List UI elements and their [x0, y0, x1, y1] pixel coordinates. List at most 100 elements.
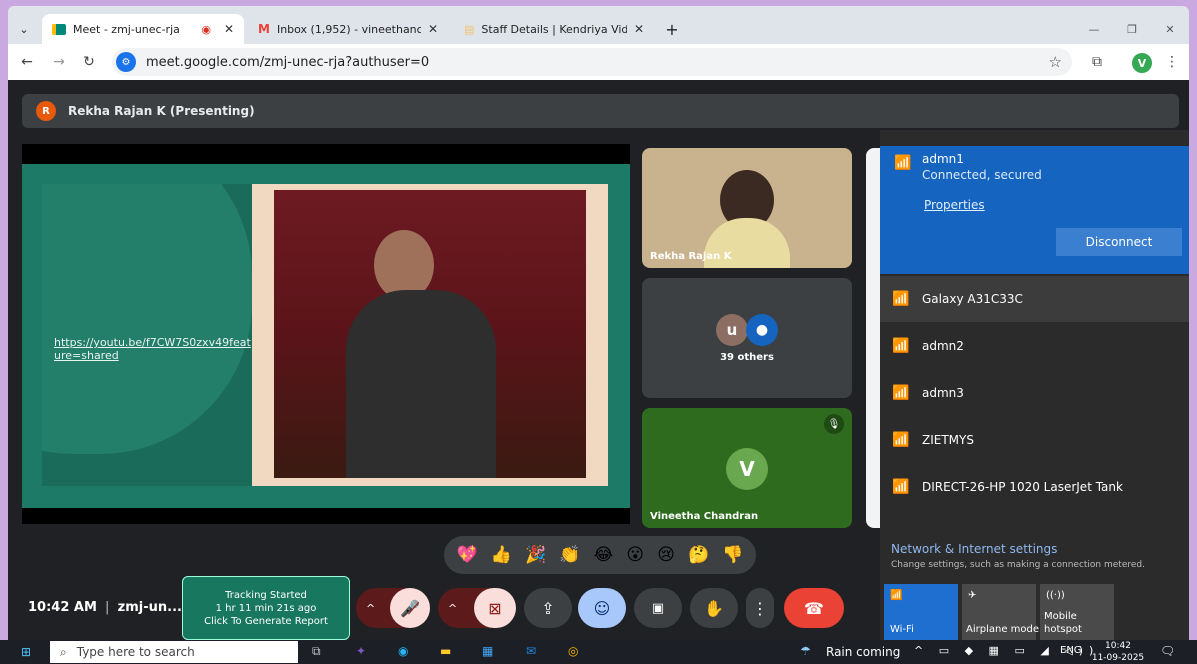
copilot-icon[interactable]: ✦	[356, 644, 366, 658]
mobile-hotspot-tile[interactable]: ((·)) Mobile hotspot	[1040, 584, 1114, 640]
reaction-thumbs-up[interactable]: 👍	[491, 545, 512, 565]
network-name: ZIETMYS	[922, 433, 974, 447]
reaction-thumbs-down[interactable]: 👎	[722, 545, 743, 565]
close-icon[interactable]: ✕	[428, 22, 438, 36]
wifi-icon: 📶	[892, 291, 910, 307]
network-item[interactable]: 📶 Galaxy A31C33C	[880, 276, 1189, 322]
network-item[interactable]: 📶 admn2	[880, 323, 1189, 369]
clock[interactable]: 10:42 11-09-2025	[1090, 640, 1146, 664]
participant-tile-others[interactable]: u ● 39 others	[642, 278, 852, 398]
notification-icon[interactable]: 🗨	[1160, 644, 1175, 658]
file-explorer-icon[interactable]: ▬	[440, 644, 451, 658]
back-icon[interactable]: ←	[18, 53, 36, 71]
weather-text[interactable]: Rain coming	[826, 645, 900, 659]
store-icon[interactable]: ▦	[482, 644, 493, 658]
participant-tile-self[interactable]: V 🎙 Vineetha Chandran	[642, 408, 852, 528]
edge-icon[interactable]: ◉	[398, 644, 408, 658]
slide-link[interactable]: https://youtu.be/f7CW7S0zxv49feature=sha…	[54, 336, 254, 362]
tab-staff-details[interactable]: ▤ Staff Details | Kendriya Vidyalay ✕	[454, 14, 654, 44]
reload-icon[interactable]: ↻	[80, 53, 98, 71]
slide-background: https://youtu.be/f7CW7S0zxv49feature=sha…	[22, 164, 630, 508]
tile-label: Airplane mode	[966, 624, 1040, 635]
network-item[interactable]: 📶 ZIETMYS	[880, 417, 1189, 463]
mic-toggle-button[interactable]: 🎤̸	[390, 588, 430, 628]
disconnect-button[interactable]: Disconnect	[1056, 228, 1182, 256]
wifi-secured-icon: 📶	[892, 338, 910, 354]
side-panel-edge	[866, 148, 880, 528]
minimize-button[interactable]: —	[1082, 14, 1106, 44]
wifi-secured-icon: 📶	[892, 385, 910, 401]
outlook-icon[interactable]: ✉	[526, 644, 536, 658]
connected-network[interactable]: 📶 admn1 Connected, secured Properties Di…	[880, 146, 1189, 274]
reaction-thinking[interactable]: 🤔	[688, 545, 709, 565]
network-settings-link[interactable]: Network & Internet settings	[891, 542, 1057, 556]
network-item[interactable]: 📶 DIRECT-26-HP 1020 LaserJet Tank	[880, 464, 1189, 510]
forward-icon[interactable]: →	[50, 53, 68, 71]
globe-icon: ●	[746, 314, 778, 346]
windows-start-icon[interactable]: ⊞	[18, 644, 34, 660]
profile-avatar[interactable]: V	[1132, 53, 1152, 73]
captions-button[interactable]: ▣	[634, 588, 682, 628]
address-bar[interactable]: ⚙ meet.google.com/zmj-unec-rja?authuser=…	[112, 48, 1072, 76]
divider: |	[104, 600, 110, 615]
participant-tile[interactable]: Rekha Rajan K	[642, 148, 852, 268]
extensions-icon[interactable]: ⧉	[1088, 53, 1106, 71]
network-name: admn2	[922, 339, 964, 353]
language-indicator[interactable]: ENG	[1060, 645, 1082, 656]
participant-name: Vineetha Chandran	[650, 511, 759, 522]
network-item[interactable]: 📶 admn3	[880, 370, 1189, 416]
others-count: 39 others	[720, 352, 774, 363]
wifi-toggle-tile[interactable]: 📶 Wi-Fi	[884, 584, 958, 640]
search-icon: ⌕	[60, 644, 67, 659]
close-icon[interactable]: ✕	[224, 22, 234, 36]
bookmark-star-icon[interactable]: ☆	[1049, 53, 1062, 71]
page-icon: ▤	[464, 22, 475, 36]
reaction-sad[interactable]: 😢	[657, 545, 675, 565]
embedded-video[interactable]	[274, 190, 586, 478]
reaction-heart[interactable]: 💖	[457, 545, 478, 565]
restore-button[interactable]: ❐	[1120, 14, 1144, 44]
meeting-info: 10:42 AM | zmj-un...	[28, 600, 182, 615]
task-view-icon[interactable]: ⧉	[312, 644, 321, 659]
captions-icon: ▣	[651, 600, 665, 616]
reaction-clap[interactable]: 👏	[559, 545, 580, 565]
reaction-surprised[interactable]: 😮	[626, 545, 644, 565]
clock-date: 11-09-2025	[1091, 653, 1145, 663]
properties-link[interactable]: Properties	[924, 198, 985, 212]
taskbar-search[interactable]: ⌕ Type here to search	[50, 641, 298, 663]
browser-window: ⌄ Meet - zmj-unec-rja ◉ ✕ M Inbox (1,952…	[8, 6, 1189, 646]
close-icon[interactable]: ✕	[634, 22, 644, 36]
tab-meet[interactable]: Meet - zmj-unec-rja ◉ ✕	[42, 14, 244, 44]
present-button[interactable]: ⇪	[524, 588, 572, 628]
more-menu-icon[interactable]: ⋮	[1165, 53, 1179, 71]
tab-search-button[interactable]: ⌄	[12, 14, 36, 44]
tracking-line1: Tracking Started	[225, 589, 307, 601]
speaker-body	[346, 290, 496, 478]
airplane-mode-tile[interactable]: ✈ Airplane mode	[962, 584, 1040, 640]
present-screen-icon: ⇪	[541, 598, 555, 618]
reaction-laugh[interactable]: 😂	[593, 545, 613, 565]
tab-gmail[interactable]: M Inbox (1,952) - vineethanchand ✕	[248, 14, 448, 44]
window-close-button[interactable]: ✕	[1158, 14, 1182, 44]
network-name: Galaxy A31C33C	[922, 292, 1023, 306]
camera-off-icon: ⊠	[488, 598, 502, 618]
slide-decoration	[42, 184, 252, 454]
reactions-button[interactable]: ☺	[578, 588, 626, 628]
site-info-icon[interactable]: ⚙	[116, 52, 136, 72]
tracking-button[interactable]: Tracking Started 1 hr 11 min 21s ago Cli…	[182, 576, 350, 640]
reaction-party[interactable]: 🎉	[525, 545, 546, 565]
shared-screen[interactable]: https://youtu.be/f7CW7S0zxv49feature=sha…	[22, 144, 630, 524]
emoji-icon: ☺	[593, 598, 611, 618]
camera-toggle-button[interactable]: ⊠	[474, 588, 516, 628]
network-name: DIRECT-26-HP 1020 LaserJet Tank	[922, 480, 1123, 494]
presenter-label: Rekha Rajan K (Presenting)	[68, 104, 255, 118]
new-tab-button[interactable]: +	[660, 14, 684, 44]
raise-hand-button[interactable]: ✋	[690, 588, 738, 628]
taskbar: ⊞ ⌕ Type here to search ⧉ ✦ ◉ ▬ ▦ ✉ ◎ ☂ …	[0, 640, 1197, 664]
chrome-icon[interactable]: ◎	[568, 644, 578, 658]
leave-call-button[interactable]: ☎	[784, 588, 844, 628]
hand-icon: ✋	[704, 598, 724, 618]
more-options-button[interactable]: ⋮	[746, 588, 774, 628]
clock-time: 10:42	[1105, 641, 1131, 651]
meeting-code[interactable]: zmj-un...	[118, 600, 182, 615]
